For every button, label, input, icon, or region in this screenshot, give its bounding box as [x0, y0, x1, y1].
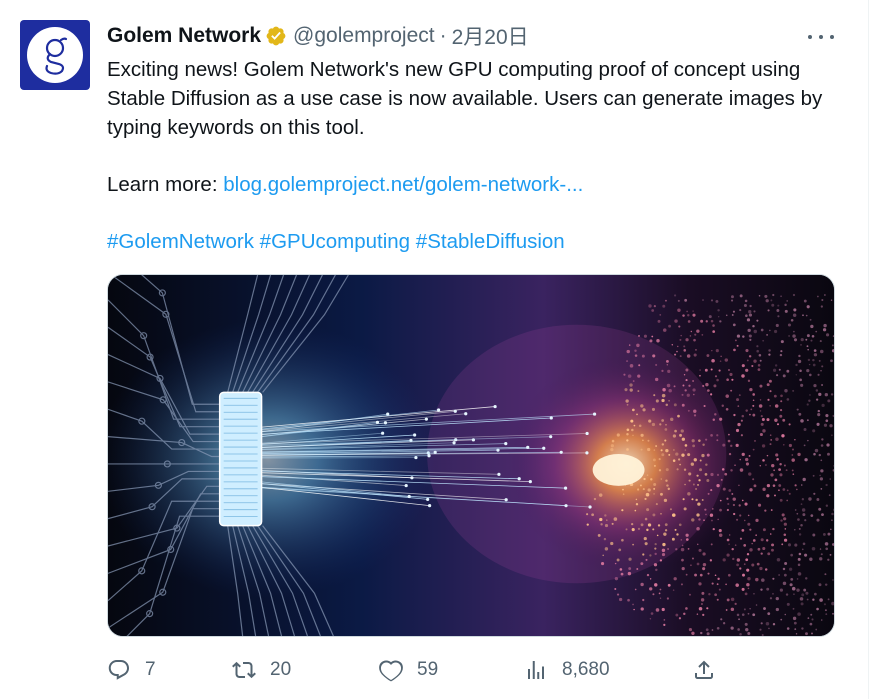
like-count: 59	[417, 659, 439, 680]
heart-icon	[379, 660, 403, 682]
tweet-header: Golem Network @golemproject · 2月20日	[107, 22, 529, 50]
hashtag-gpucomputing[interactable]: #GPUcomputing	[260, 230, 410, 253]
hashtag-golemnetwork[interactable]: #GolemNetwork	[107, 230, 254, 253]
blog-link[interactable]: blog.golemproject.net/golem-network-...	[223, 173, 583, 196]
golem-logo-icon	[27, 27, 83, 83]
more-dot-icon	[808, 35, 812, 39]
reply-icon	[108, 660, 129, 680]
retweet-icon	[232, 661, 256, 679]
view-count: 8,680	[562, 659, 610, 680]
avatar[interactable]	[20, 20, 90, 90]
analytics-icon	[528, 661, 544, 679]
tweet-date[interactable]: 2月20日	[452, 21, 529, 51]
tweet-body: Exciting news! Golem Network's new GPU c…	[107, 58, 823, 139]
action-bar: 7 20 59 8,680	[107, 655, 727, 685]
hashtag-stablediffusion[interactable]: #StableDiffusion	[416, 230, 565, 253]
separator-dot: ·	[439, 24, 447, 47]
tweet-card[interactable]: Golem Network @golemproject · 2月20日 Exci…	[0, 0, 869, 699]
more-options-button[interactable]	[808, 30, 834, 44]
tweet-image[interactable]	[107, 274, 835, 637]
handle[interactable]: @golemproject	[293, 24, 435, 48]
hashtags: #GolemNetwork #GPUcomputing #StableDiffu…	[107, 227, 565, 256]
share-button[interactable]	[692, 655, 716, 685]
like-button[interactable]: 59	[379, 655, 438, 685]
more-dot-icon	[830, 35, 834, 39]
ai-chip-face-illustration	[108, 275, 834, 636]
reply-count: 7	[145, 659, 156, 680]
learn-more-line: Learn more: blog.golemproject.net/golem-…	[107, 170, 583, 199]
views-button[interactable]: 8,680	[524, 655, 610, 685]
retweet-count: 20	[270, 659, 292, 680]
share-icon	[695, 660, 713, 679]
tweet-text: Exciting news! Golem Network's new GPU c…	[107, 55, 827, 142]
display-name[interactable]: Golem Network	[107, 24, 261, 48]
learn-more-label: Learn more:	[107, 173, 224, 196]
verified-badge-icon	[266, 26, 286, 46]
reply-button[interactable]: 7	[107, 655, 156, 685]
retweet-button[interactable]: 20	[232, 655, 291, 685]
more-dot-icon	[819, 35, 823, 39]
